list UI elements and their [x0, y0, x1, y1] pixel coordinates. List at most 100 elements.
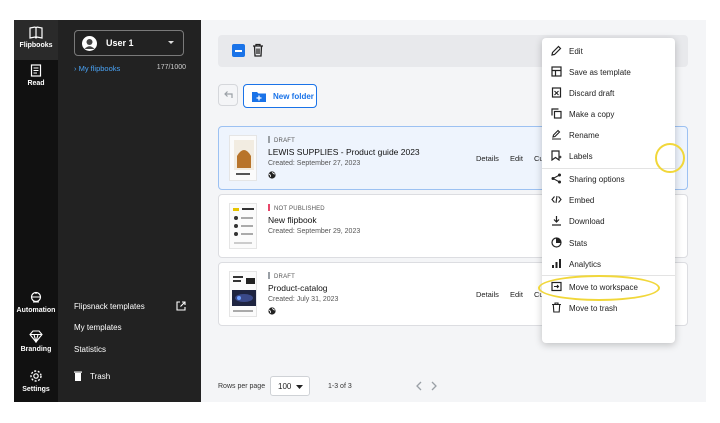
status-text: NOT PUBLISHED: [274, 206, 325, 212]
highlight-circle-kebab: [655, 143, 685, 173]
menu-item-sharing-options[interactable]: Sharing options: [542, 169, 675, 189]
thumbnail-image: [232, 276, 256, 312]
statistics-link[interactable]: Statistics: [74, 345, 106, 354]
rail-item-flipbooks[interactable]: Flipbooks: [14, 20, 58, 60]
edit-button[interactable]: Edit: [510, 154, 523, 163]
bars-icon: [552, 259, 561, 268]
user-select[interactable]: User 1: [74, 30, 184, 56]
menu-item-label: Edit: [569, 47, 583, 56]
chevron-down-icon: [168, 41, 174, 44]
pagination: Rows per page 100 1-3 of 3: [218, 376, 688, 396]
menu-item-label: Embed: [569, 196, 595, 205]
next-page-icon[interactable]: [430, 381, 438, 391]
discard-icon: [551, 87, 562, 98]
my-flipbooks-link[interactable]: › My flipbooks: [74, 64, 120, 73]
diamond-icon: [29, 330, 43, 343]
back-arrow-icon: [224, 91, 233, 98]
thumbnail-image: [233, 208, 254, 244]
my-flipbooks-label: My flipbooks: [78, 64, 121, 73]
flipbook-thumbnail: [229, 203, 257, 249]
menu-item-rename[interactable]: Rename: [542, 125, 675, 145]
flipbook-title[interactable]: New flipbook: [268, 215, 317, 225]
chevron-down-icon: [296, 385, 303, 389]
share-icon: [551, 173, 561, 184]
created-date: Created: September 27, 2023: [268, 160, 361, 167]
menu-item-label: Sharing options: [569, 175, 625, 184]
menu-item-label: Labels: [569, 152, 593, 161]
globe-icon: [268, 307, 276, 315]
avatar-icon: [84, 39, 95, 49]
gear-icon: [30, 370, 42, 382]
rows-per-page-select[interactable]: 100: [270, 376, 310, 396]
rows-per-page-label: Rows per page: [218, 383, 266, 390]
select-all-checkbox[interactable]: [232, 44, 245, 57]
menu-item-move-to-trash[interactable]: Move to trash: [542, 298, 675, 318]
menu-item-edit[interactable]: Edit: [542, 41, 675, 61]
menu-item-label: Analytics: [569, 260, 602, 269]
flipbook-thumbnail: [229, 271, 257, 317]
external-link-icon[interactable]: [176, 301, 186, 311]
app-window: Flipbooks Read Automation Branding Setti…: [14, 20, 706, 402]
rail-item-read[interactable]: Read: [14, 64, 58, 94]
code-icon: [551, 195, 562, 204]
trash-icon[interactable]: [252, 43, 264, 57]
menu-item-label: Move to trash: [569, 304, 618, 313]
menu-item-label: Download: [569, 217, 605, 226]
folder-plus-icon: [252, 92, 266, 102]
thumbnail-image: [234, 140, 254, 175]
details-button[interactable]: Details: [476, 290, 499, 299]
rail-label: Read: [27, 80, 45, 87]
new-folder-label: New folder: [273, 92, 314, 101]
trash-link[interactable]: Trash: [74, 371, 110, 381]
pie-icon: [551, 237, 562, 248]
status-badge: DRAFT: [268, 136, 295, 144]
template-icon: [551, 66, 562, 77]
automation-icon: [30, 291, 42, 303]
highlight-circle-move-to-workspace: [538, 275, 660, 301]
book-icon: [29, 26, 43, 39]
flipbook-title[interactable]: LEWIS SUPPLIES - Product guide 2023: [268, 147, 420, 157]
status-text: DRAFT: [274, 138, 295, 144]
menu-item-save-as-template[interactable]: Save as template: [542, 62, 675, 82]
menu-item-analytics[interactable]: Analytics: [542, 254, 675, 274]
sidebar: User 1 › My flipbooks 177/1000 Flipsnack…: [58, 20, 201, 402]
details-button[interactable]: Details: [476, 154, 499, 163]
avatar: [82, 36, 97, 51]
flipbook-count: 177/1000: [156, 64, 186, 71]
menu-item-label: Save as template: [569, 68, 631, 77]
rail-item-branding[interactable]: Branding: [14, 330, 58, 360]
rows-per-page-value: 100: [278, 382, 292, 391]
menu-item-make-a-copy[interactable]: Make a copy: [542, 104, 675, 124]
menu-item-download[interactable]: Download: [542, 211, 675, 231]
previous-page-icon[interactable]: [415, 381, 423, 391]
rail-label: Flipbooks: [19, 42, 53, 49]
rail-item-settings[interactable]: Settings: [14, 369, 58, 399]
flipbook-title[interactable]: Product-catalog: [268, 283, 328, 293]
new-folder-button[interactable]: New folder: [243, 84, 317, 108]
download-icon: [552, 216, 561, 226]
reader-icon: [30, 64, 42, 77]
flipbook-thumbnail: [229, 135, 257, 181]
trash-label: Trash: [90, 372, 111, 381]
status-badge: DRAFT: [268, 272, 295, 280]
menu-item-label: Rename: [569, 131, 600, 140]
trash-icon: [552, 302, 561, 313]
created-date: Created: September 29, 2023: [268, 228, 361, 235]
page-range: 1-3 of 3: [328, 383, 352, 390]
flipsnack-templates-link[interactable]: Flipsnack templates: [74, 302, 145, 311]
label-icon: [551, 150, 562, 161]
edit-button[interactable]: Edit: [510, 290, 523, 299]
menu-item-label: Make a copy: [569, 110, 615, 119]
menu-item-stats[interactable]: Stats: [542, 233, 675, 253]
back-button[interactable]: [218, 84, 238, 106]
user-name: User 1: [106, 38, 134, 48]
my-templates-link[interactable]: My templates: [74, 323, 122, 332]
menu-item-discard-draft[interactable]: Discard draft: [542, 83, 675, 103]
menu-item-label: Stats: [569, 239, 588, 248]
globe-icon: [268, 171, 276, 179]
rename-icon: [552, 129, 561, 140]
icon-rail: Flipbooks Read Automation Branding Setti…: [14, 20, 58, 402]
rail-item-automation[interactable]: Automation: [14, 291, 58, 321]
status-text: DRAFT: [274, 274, 295, 280]
menu-item-embed[interactable]: Embed: [542, 190, 675, 210]
